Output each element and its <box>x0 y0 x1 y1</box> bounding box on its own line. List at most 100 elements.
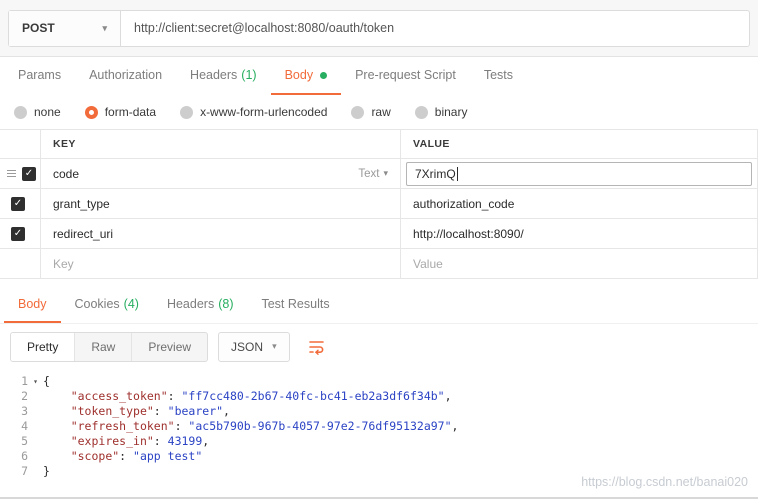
row-checkbox[interactable]: ✓ <box>11 196 25 211</box>
method-dropdown[interactable]: POST ▾ <box>9 10 121 46</box>
mode-binary[interactable]: binary <box>414 105 467 119</box>
key-text: code <box>53 166 80 181</box>
response-body-viewer[interactable]: 1 ▾{2 "access_token": "ff7cc480-2b67-40fc… <box>0 369 758 479</box>
code-text: } <box>43 464 50 478</box>
response-tab-test-results[interactable]: Test Results <box>247 286 343 323</box>
line-number: 7 <box>21 464 28 478</box>
request-tabs: Params Authorization Headers (1) Body Pr… <box>0 57 758 95</box>
key-cell[interactable]: redirect_uri <box>40 219 400 248</box>
code-line: 3 "token_type": "bearer", <box>0 404 758 419</box>
code-text: { <box>43 374 50 388</box>
line-number: 6 <box>21 449 28 463</box>
response-tab-cookies[interactable]: Cookies (4) <box>61 286 153 323</box>
pretty-button[interactable]: Pretty <box>11 332 76 361</box>
response-tab-test-results-label: Test Results <box>261 296 330 311</box>
line-number: 5 <box>21 434 28 448</box>
code-text: "refresh_token": "ac5b790b-967b-4057-97e… <box>70 419 459 433</box>
row-gutter: ✓ <box>0 189 40 218</box>
tab-authorization[interactable]: Authorization <box>75 57 176 95</box>
wrap-text-button[interactable] <box>304 335 330 359</box>
code-text: "expires_in": 43199, <box>70 434 210 448</box>
raw-button[interactable]: Raw <box>75 332 133 361</box>
fold-arrow-icon[interactable]: ▾ <box>28 374 43 389</box>
response-headers-count-badge: (8) <box>218 296 234 311</box>
tab-body[interactable]: Body <box>270 57 342 95</box>
tab-headers[interactable]: Headers (1) <box>176 57 271 95</box>
line-number: 3 <box>21 404 28 418</box>
tab-pre-request-script[interactable]: Pre-request Script <box>341 57 470 95</box>
value-cell[interactable]: authorization_code <box>400 189 757 218</box>
code-line: 1 ▾{ <box>0 374 758 389</box>
new-key-cell[interactable]: Key <box>40 249 400 278</box>
key-column-header: KEY <box>40 130 400 158</box>
value-cell: 7XrimQ <box>400 159 757 188</box>
code-text: "access_token": "ff7cc480-2b67-40fc-bc41… <box>70 389 452 403</box>
table-header-row: KEY VALUE <box>0 130 757 159</box>
preview-button[interactable]: Preview <box>132 333 207 361</box>
chevron-down-icon: ▾ <box>272 341 277 351</box>
response-tabs: Body Cookies (4) Headers (8) Test Result… <box>0 286 758 324</box>
value-text: authorization_code <box>413 196 515 211</box>
row-gutter <box>0 249 40 278</box>
body-present-dot-icon <box>320 71 328 79</box>
chevron-down-icon: ▾ <box>102 22 107 33</box>
value-column-header: VALUE <box>400 130 757 158</box>
tab-params[interactable]: Params <box>4 57 75 95</box>
key-cell[interactable]: grant_type <box>40 189 400 218</box>
value-text: http://localhost:8090/ <box>413 226 524 241</box>
tab-tests[interactable]: Tests <box>470 57 527 95</box>
line-number: 1 <box>21 374 28 388</box>
watermark-text: https://blog.csdn.net/banai020 <box>581 475 748 489</box>
row-checkbox[interactable]: ✓ <box>11 226 25 241</box>
response-tab-headers[interactable]: Headers (8) <box>153 286 248 323</box>
new-value-cell[interactable]: Value <box>400 249 757 278</box>
mode-raw[interactable]: raw <box>351 105 391 119</box>
value-text: 7XrimQ <box>415 166 456 181</box>
check-icon: ✓ <box>13 198 23 209</box>
wrap-text-icon <box>308 340 324 355</box>
tab-authorization-label: Authorization <box>89 68 163 82</box>
value-input[interactable]: 7XrimQ <box>406 161 752 186</box>
key-text: redirect_uri <box>53 226 114 241</box>
mode-form-data[interactable]: form-data <box>84 105 157 119</box>
headers-count-badge: (1) <box>241 68 257 82</box>
response-tab-cookies-label: Cookies <box>74 296 120 311</box>
table-row: ✓ redirect_uri http://localhost:8090/ <box>0 219 757 249</box>
value-type-label: Text <box>358 167 380 180</box>
check-icon: ✓ <box>13 228 23 239</box>
response-tab-headers-label: Headers <box>166 296 215 311</box>
response-tab-body-label: Body <box>18 296 47 311</box>
response-tab-body[interactable]: Body <box>4 286 61 323</box>
row-checkbox[interactable]: ✓ <box>22 166 36 181</box>
postman-window: POST ▾ http://client:secret@localhost:80… <box>0 0 758 499</box>
code-text: "token_type": "bearer", <box>70 404 230 418</box>
mode-x-www-form-urlencoded[interactable]: x-www-form-urlencoded <box>180 105 327 119</box>
mode-none[interactable]: none <box>14 105 61 119</box>
mode-form-data-label: form-data <box>104 105 157 119</box>
key-cell[interactable]: code Text ▾ <box>40 159 400 188</box>
tab-params-label: Params <box>18 68 62 82</box>
mode-urlencoded-label: x-www-form-urlencoded <box>200 105 328 119</box>
row-gutter: ✓ <box>0 219 40 248</box>
table-header-gutter <box>0 130 40 158</box>
line-number: 4 <box>21 419 28 433</box>
language-dropdown[interactable]: JSON ▾ <box>218 331 290 362</box>
method-label: POST <box>22 21 55 35</box>
value-cell[interactable]: http://localhost:8090/ <box>400 219 757 248</box>
tab-tests-label: Tests <box>483 68 513 82</box>
code-line: 5 "expires_in": 43199, <box>0 434 758 449</box>
value-type-dropdown[interactable]: Text ▾ <box>358 168 388 180</box>
row-gutter: ✓ <box>0 159 40 188</box>
language-label: JSON <box>231 339 264 354</box>
response-toolbar: Pretty Raw Preview JSON ▾ <box>0 324 758 369</box>
code-line: 6 "scope": "app test" <box>0 449 758 464</box>
chevron-down-icon: ▾ <box>383 168 388 178</box>
drag-handle-icon[interactable] <box>5 168 18 179</box>
radio-selected-icon <box>84 105 98 119</box>
url-input[interactable]: http://client:secret@localhost:8080/oaut… <box>121 11 749 46</box>
